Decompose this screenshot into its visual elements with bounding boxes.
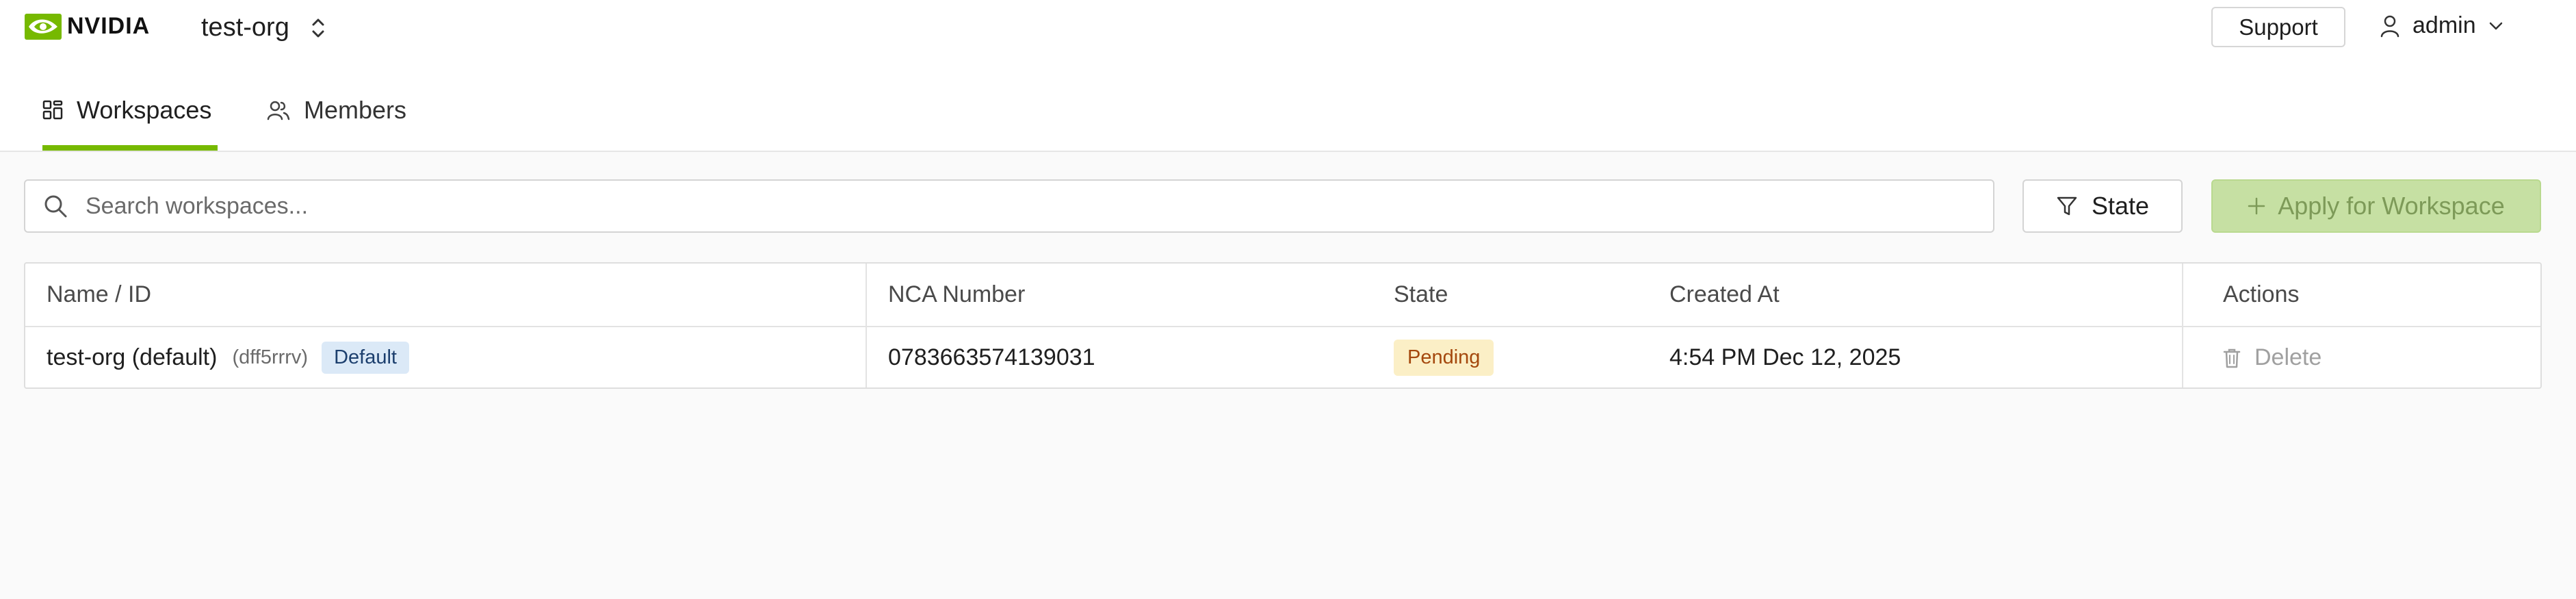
column-header-created-at[interactable]: Created At: [1669, 264, 1780, 326]
created-at-cell: 4:54 PM Dec 12, 2025: [1669, 344, 1901, 370]
nvidia-eye-icon: [25, 13, 62, 40]
top-header: NVIDIA test-org Support admin: [0, 0, 2576, 57]
apply-for-workspace-button[interactable]: Apply for Workspace: [2211, 179, 2541, 233]
user-name: admin: [2412, 12, 2476, 38]
delete-label: Delete: [2254, 344, 2322, 370]
actions-cell: Delete: [2223, 327, 2321, 389]
search-input[interactable]: [84, 192, 1934, 220]
nvidia-logo[interactable]: NVIDIA: [25, 13, 150, 40]
state-filter-button[interactable]: State: [2022, 179, 2183, 233]
workspace-name[interactable]: test-org (default): [47, 344, 217, 371]
org-name: test-org: [201, 13, 289, 42]
support-button[interactable]: Support: [2211, 7, 2345, 47]
search-box[interactable]: [24, 179, 1994, 233]
users-icon: [267, 101, 290, 120]
nca-number-cell: 0783663574139031: [888, 344, 1095, 370]
brand-wordmark: NVIDIA: [67, 13, 151, 39]
column-header-name[interactable]: Name / ID: [47, 264, 151, 326]
trash-icon: [2223, 348, 2241, 368]
search-icon: [44, 195, 67, 218]
plus-icon: [2248, 197, 2265, 215]
state-filter-label: State: [2091, 192, 2150, 220]
table-row[interactable]: test-org (default) (dff5rrrv) Default 07…: [25, 327, 2540, 389]
apply-button-label: Apply for Workspace: [2278, 192, 2505, 220]
user-icon: [2380, 15, 2399, 37]
default-badge: Default: [322, 342, 409, 374]
active-tab-indicator: [42, 145, 218, 151]
filter-icon: [2057, 196, 2077, 216]
workspace-id: (dff5rrrv): [232, 346, 309, 368]
tab-bar: Workspaces Members: [0, 57, 2576, 152]
grid-icon: [42, 100, 63, 120]
toolbar: State Apply for Workspace: [0, 179, 2576, 234]
workspace-name-cell: test-org (default) (dff5rrrv) Default: [47, 327, 409, 389]
tab-members-label: Members: [304, 96, 407, 124]
org-switcher[interactable]: test-org: [201, 13, 326, 42]
chevron-down-icon: [2489, 22, 2502, 29]
workspaces-table: Name / ID NCA Number State Created At Ac…: [24, 262, 2542, 389]
status-badge: Pending: [1394, 340, 1494, 376]
delete-button[interactable]: Delete: [2223, 344, 2321, 371]
column-header-nca-number[interactable]: NCA Number: [888, 264, 1025, 326]
column-header-state[interactable]: State: [1394, 264, 1448, 326]
column-header-actions: Actions: [2223, 281, 2300, 307]
tab-members[interactable]: Members: [267, 96, 406, 125]
table-header-row: Name / ID NCA Number State Created At Ac…: [25, 264, 2540, 327]
chevron-up-down-icon: [312, 18, 324, 37]
state-cell: Pending: [1394, 327, 1494, 389]
tab-workspaces[interactable]: Workspaces: [42, 96, 211, 125]
user-menu[interactable]: admin: [2380, 12, 2503, 39]
tab-workspaces-label: Workspaces: [77, 96, 212, 124]
